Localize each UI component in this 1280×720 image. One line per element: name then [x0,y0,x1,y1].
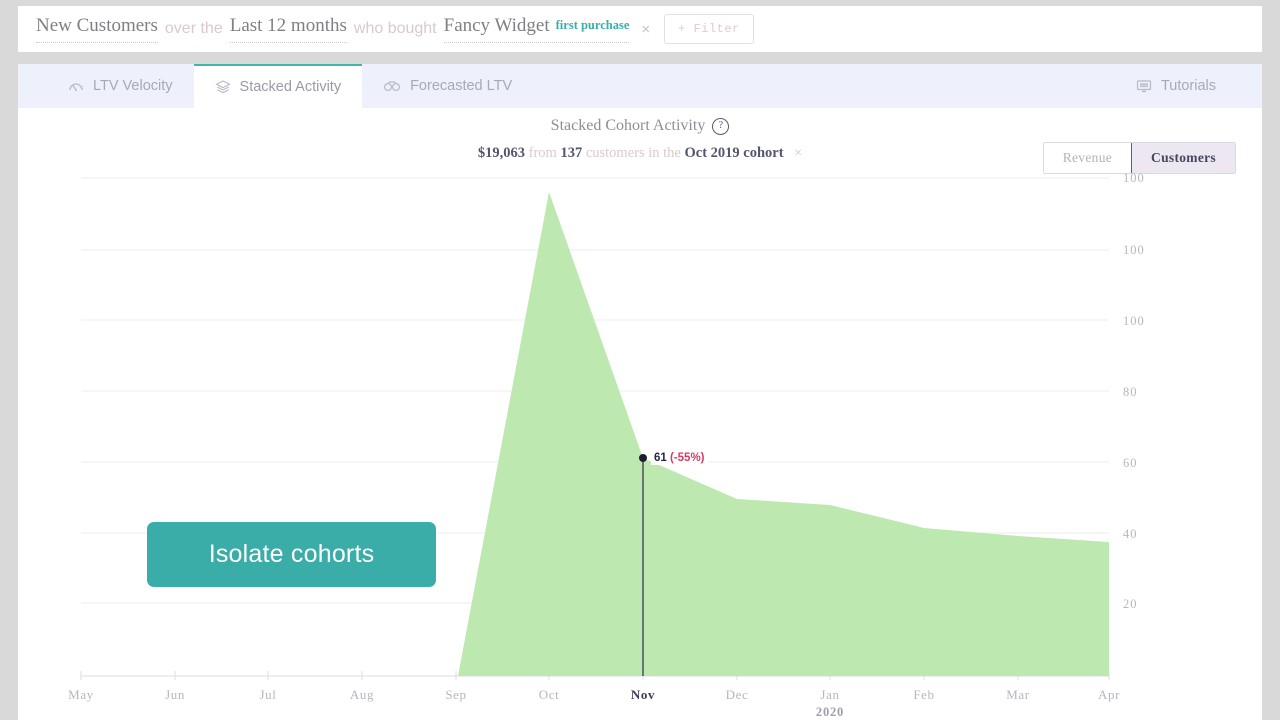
tab-stacked-activity[interactable]: Stacked Activity [193,64,363,108]
y-tick-label: 60 [1123,456,1138,470]
query-timeframe[interactable]: Last 12 months [229,15,347,43]
monitor-icon [1136,78,1152,94]
subtitle-amount: $19,063 [477,145,526,161]
x-tick-label-highlighted: Nov [630,687,656,702]
tab-strip: LTV Velocity Stacked Activity Forecasted… [18,64,1262,108]
x-tick-label: May [68,687,94,702]
subtitle-cohort[interactable]: Oct 2019 cohort [685,145,784,161]
toggle-option-customers[interactable]: Customers [1131,143,1235,173]
query-builder-bar: New Customers over the Last 12 months wh… [18,6,1262,52]
hover-point [639,454,647,462]
tutorials-button[interactable]: Tutorials [1115,64,1262,108]
app-root: New Customers over the Last 12 months wh… [0,0,1280,720]
page-title: Stacked Cohort Activity [550,117,706,134]
help-icon[interactable]: ? [712,117,730,135]
binoculars-icon [383,78,401,94]
data-point-value: 61 [654,452,667,464]
subtitle-mid: customers in the [585,145,681,161]
x-tick-label: Feb [913,687,935,702]
y-tick-label: 20 [1123,597,1138,611]
tab-ltv-velocity[interactable]: LTV Velocity [47,64,194,108]
data-point-change: (-55%) [670,452,705,464]
clear-cohort-icon[interactable]: × [794,146,802,161]
query-product-badge: first purchase [555,18,630,32]
data-point-label: 61 (-55%) [651,451,708,465]
chart-panel: Stacked Cohort Activity ? $19,063 from 1… [18,108,1262,720]
cohort-area-chart [80,177,1110,680]
subtitle-from: from [528,145,557,161]
y-tick-label: 100 [1123,314,1145,328]
x-tick-label: Jul [259,687,277,702]
x-tick-label: Aug [349,687,375,702]
y-tick-label: 40 [1123,527,1138,541]
x-year-label: 2020 [815,705,845,719]
y-tick-label: 80 [1123,385,1138,399]
y-tick-label: 100 [1123,243,1145,257]
x-tick-label: Mar [1006,687,1030,702]
x-tick-label: Jan [820,687,840,702]
x-tick-label: Dec [725,687,749,702]
x-tick-label: Oct [538,687,560,702]
metric-toggle: Revenue Customers [1042,142,1236,174]
query-segment[interactable]: New Customers [36,15,158,43]
query-product-group[interactable]: Fancy Widget first purchase [443,15,630,43]
gauge-icon [68,78,84,94]
subtitle-count: 137 [560,145,583,161]
tab-label: LTV Velocity [93,78,173,94]
tab-label: Stacked Activity [239,79,342,95]
x-tick-label: Apr [1097,687,1121,702]
query-connector-1: over the [164,20,223,37]
tab-forecasted-ltv[interactable]: Forecasted LTV [362,64,533,108]
query-connector-2: who bought [353,20,437,37]
tutorials-label: Tutorials [1160,78,1216,94]
isolate-cohorts-callout[interactable]: Isolate cohorts [147,522,436,587]
toggle-option-revenue[interactable]: Revenue [1043,143,1132,173]
chart-title-row: Stacked Cohort Activity ? [18,117,1262,135]
tab-label: Forecasted LTV [410,78,513,94]
remove-product-icon[interactable]: × [641,21,650,38]
area-series-customers [458,192,1109,676]
x-tick-label: Jun [165,687,185,702]
add-filter-button[interactable]: + Filter [664,14,754,44]
query-product: Fancy Widget [443,15,550,36]
layers-icon [214,79,231,95]
y-tick-label: 100 [1123,171,1145,185]
x-tick-label: Sep [445,687,467,702]
